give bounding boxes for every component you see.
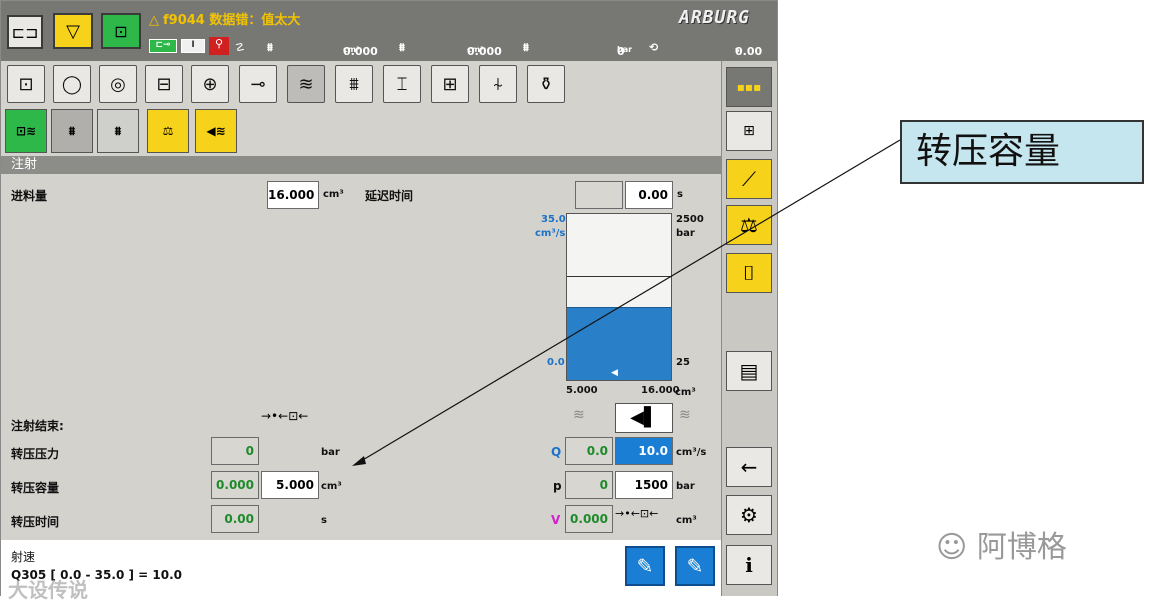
wechat-icon: ☺ <box>936 530 968 565</box>
callout-box: 转压容量 <box>900 120 1144 184</box>
watermark: 大设传说 <box>8 578 88 602</box>
wechat-watermark: ☺ 阿博格 <box>936 530 1067 565</box>
callout-arrow <box>352 139 901 466</box>
